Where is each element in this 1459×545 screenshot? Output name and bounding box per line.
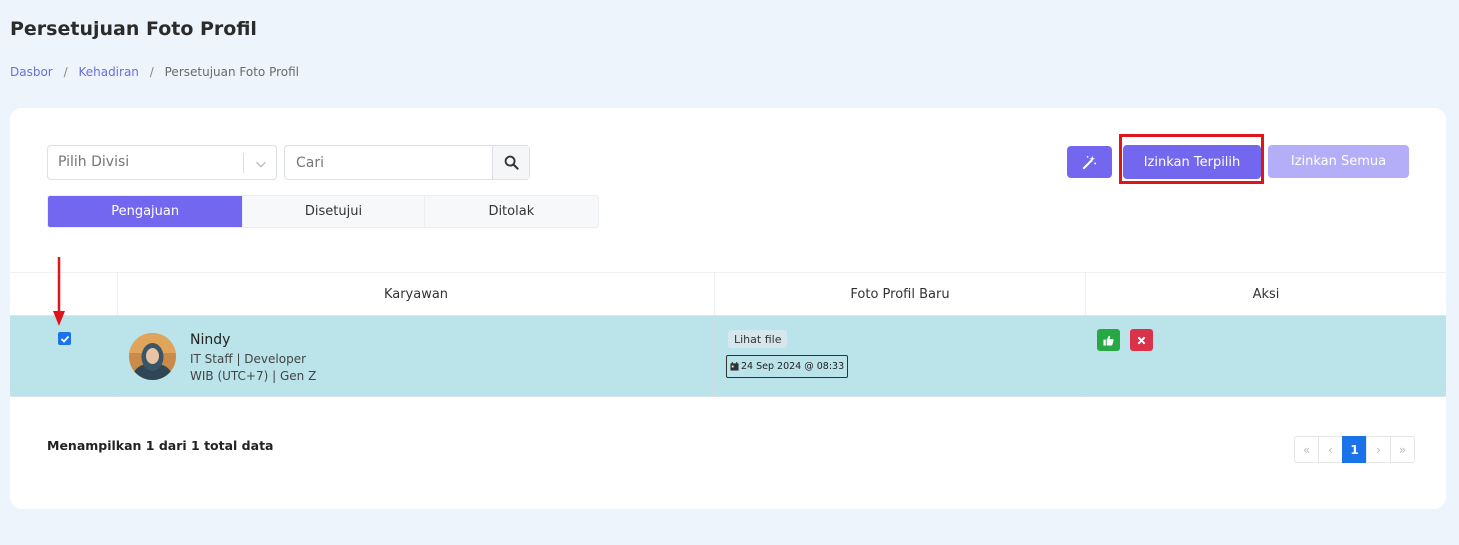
breadcrumb-separator: / <box>63 65 68 79</box>
page-first-button[interactable]: « <box>1294 436 1319 463</box>
tab-ditolak[interactable]: Ditolak <box>424 196 598 227</box>
divisi-select[interactable]: Pilih Divisi <box>47 145 277 180</box>
content-card: Pilih Divisi Pengajuan Disetujui Ditolak… <box>10 108 1446 509</box>
calendar-icon <box>730 362 739 371</box>
row-select-cell <box>10 316 118 396</box>
employee-name: Nindy <box>190 332 231 348</box>
pagination: « ‹ 1 › » <box>1294 436 1415 463</box>
table-header: Karyawan Foto Profil Baru Aksi <box>10 272 1446 316</box>
tab-disetujui[interactable]: Disetujui <box>243 196 425 227</box>
row-checkbox[interactable] <box>58 332 71 345</box>
page-next-button[interactable]: › <box>1366 436 1391 463</box>
breadcrumb-dasbor[interactable]: Dasbor <box>10 65 53 79</box>
search-box <box>284 145 530 180</box>
approval-table: Karyawan Foto Profil Baru Aksi Nindy IT … <box>10 272 1446 397</box>
page-prev-button[interactable]: ‹ <box>1318 436 1343 463</box>
chevron-down-icon[interactable] <box>252 155 270 173</box>
magic-button[interactable] <box>1067 146 1112 178</box>
page-last-button[interactable]: » <box>1390 436 1415 463</box>
thumbs-up-icon <box>1103 335 1114 346</box>
table-row: Nindy IT Staff | Developer WIB (UTC+7) |… <box>10 316 1446 397</box>
avatar-image <box>129 333 176 380</box>
header-karyawan: Karyawan <box>118 273 715 315</box>
search-button[interactable] <box>492 146 529 179</box>
view-file-link[interactable]: Lihat file <box>728 330 788 348</box>
employee-cell: Nindy IT Staff | Developer WIB (UTC+7) |… <box>118 316 715 396</box>
action-cell <box>1086 316 1446 396</box>
page-title: Persetujuan Foto Profil <box>10 18 257 40</box>
check-icon <box>60 335 69 343</box>
breadcrumb-current: Persetujuan Foto Profil <box>164 65 300 79</box>
search-input[interactable] <box>285 146 493 179</box>
new-photo-cell: Lihat file 24 Sep 2024 @ 08:33 <box>715 316 1086 396</box>
avatar <box>129 333 176 380</box>
status-tabs: Pengajuan Disetujui Ditolak <box>47 195 599 228</box>
reject-button[interactable] <box>1130 329 1153 351</box>
close-icon <box>1137 336 1146 344</box>
divisi-select-placeholder: Pilih Divisi <box>58 154 130 170</box>
employee-timezone: WIB (UTC+7) | Gen Z <box>190 369 317 383</box>
red-arrow-annotation <box>53 257 65 326</box>
breadcrumb: Dasbor / Kehadiran / Persetujuan Foto Pr… <box>10 65 299 79</box>
header-aksi: Aksi <box>1252 286 1280 302</box>
breadcrumb-separator: / <box>149 65 154 79</box>
breadcrumb-kehadiran[interactable]: Kehadiran <box>78 65 138 79</box>
magic-wand-icon <box>1082 155 1097 169</box>
approve-selected-button[interactable]: Izinkan Terpilih <box>1123 145 1261 179</box>
submission-date: 24 Sep 2024 @ 08:33 <box>741 361 845 372</box>
employee-position: IT Staff | Developer <box>190 352 307 366</box>
header-foto-profil-baru: Foto Profil Baru <box>715 273 1086 315</box>
date-badge: 24 Sep 2024 @ 08:33 <box>726 355 849 378</box>
record-summary: Menampilkan 1 dari 1 total data <box>47 438 274 453</box>
tab-pengajuan[interactable]: Pengajuan <box>48 196 244 227</box>
approve-all-button[interactable]: Izinkan Semua <box>1268 145 1409 178</box>
page-number-button[interactable]: 1 <box>1342 436 1367 463</box>
select-divider <box>243 153 244 173</box>
approve-button[interactable] <box>1097 329 1120 351</box>
search-icon <box>504 155 519 170</box>
